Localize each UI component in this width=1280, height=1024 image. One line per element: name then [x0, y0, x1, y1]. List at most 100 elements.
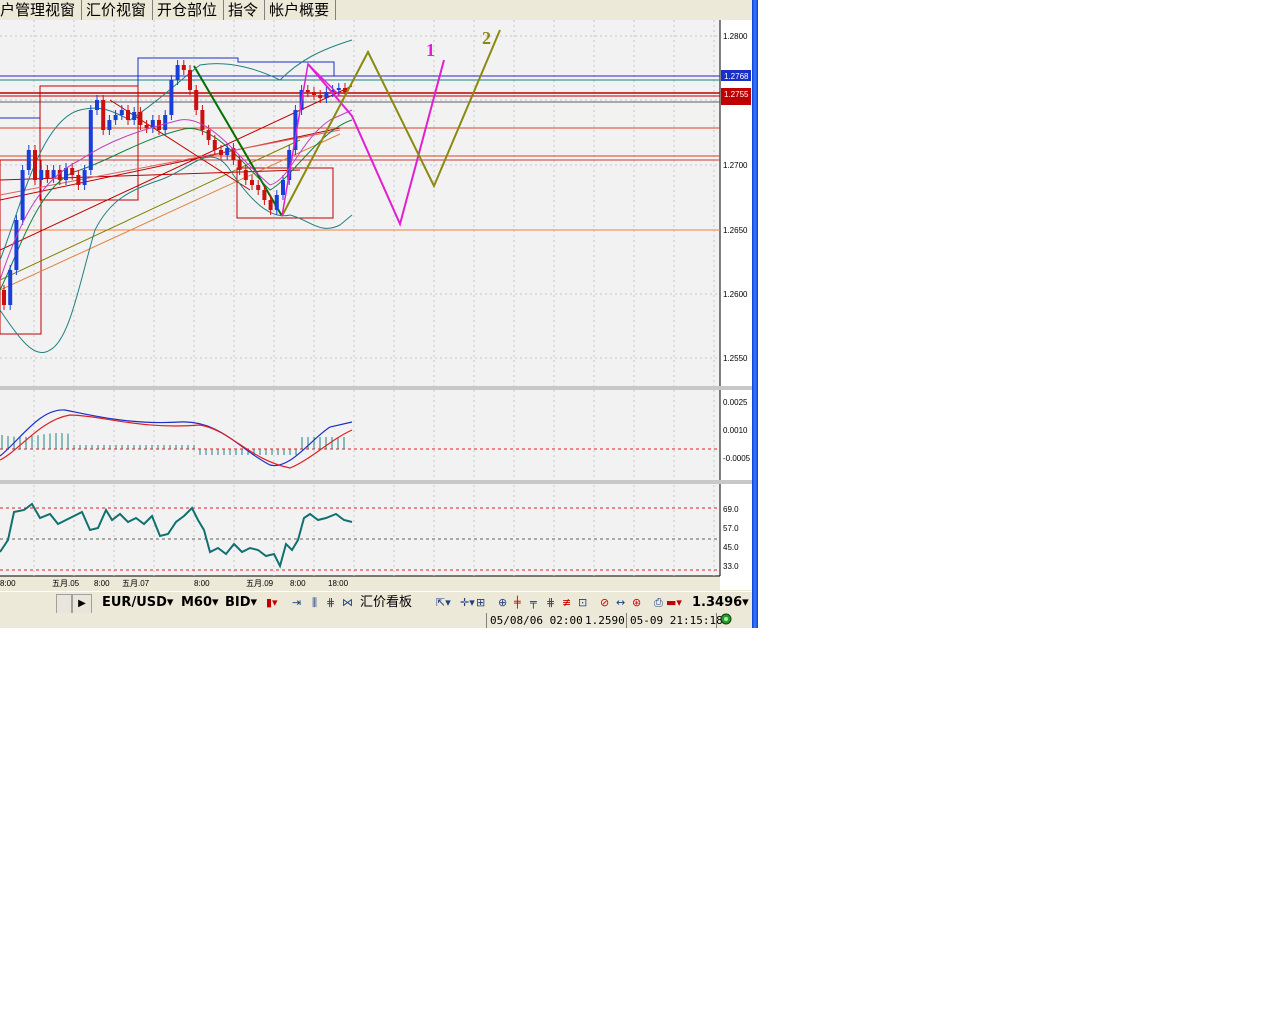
candle-body [206, 130, 211, 140]
price-tag-label: 1.2755 [724, 90, 749, 99]
symbol-select[interactable]: EUR/USD▾ [102, 594, 173, 612]
connection-status-icon [716, 613, 734, 628]
timeframe-select[interactable]: M60▾ [181, 594, 219, 612]
candle-body [256, 185, 261, 190]
chevron-down-icon: ▾ [250, 595, 258, 610]
time-tick-label: 8:00 [0, 579, 16, 588]
cursor-icon[interactable]: ⇱▾ [436, 594, 451, 612]
candle-body [262, 190, 267, 200]
price-tick-label: 1.2550 [723, 354, 748, 363]
candle-body [175, 65, 180, 80]
candle-body [312, 92, 316, 95]
price-tag-label: 1.2768 [724, 72, 749, 81]
candle-body [324, 92, 329, 98]
autoscroll-icon[interactable]: ⇥ [292, 594, 301, 612]
price-chart[interactable]: 1 2 1.2800 1.2700 1.2650 1.2600 1.2550 1… [0, 20, 752, 590]
fibonacci-icon[interactable]: ≢ [562, 594, 571, 612]
trading-window: 户管理视窗 汇价视窗 开仓部位 指令 帐户概要 1 2 1.2800 1.270… [0, 0, 758, 628]
scroll-left-button[interactable] [56, 594, 72, 614]
cursor-time: 05/08/06 02:00 [486, 613, 583, 628]
rsi-tick-label: 69.0 [723, 505, 739, 514]
rsi-tick-label: 33.0 [723, 562, 739, 571]
candle-body [188, 70, 192, 90]
candle-body [33, 150, 37, 180]
candle-body [39, 170, 44, 180]
candle-body [219, 150, 223, 155]
macd-tick-label: 0.0025 [723, 398, 748, 407]
candle-body [82, 170, 87, 185]
macd-pane [0, 390, 720, 480]
trendline-icon[interactable]: ╪ [514, 594, 521, 612]
rsi-tick-label: 57.0 [723, 524, 739, 533]
candle-body [26, 150, 31, 170]
candle-body [76, 175, 81, 185]
candle-body [237, 160, 242, 170]
template-icon[interactable]: ▬▾ [666, 594, 682, 612]
crosshair-icon[interactable]: ✛▾ [460, 594, 475, 612]
time-tick-label: 8:00 [194, 579, 210, 588]
candle-body [212, 140, 217, 150]
clock: 05-09 21:15:18 [626, 613, 723, 628]
candle-body [336, 88, 341, 90]
chevron-down-icon: ▾ [166, 595, 174, 610]
zoom-icon[interactable]: ⊕ [498, 594, 507, 612]
tab-open-positions[interactable]: 开仓部位 [153, 0, 225, 20]
candle-body [200, 110, 205, 130]
line-chart-icon[interactable]: ⋈ [342, 594, 353, 612]
candle-body [144, 125, 149, 128]
candle-body [70, 168, 75, 175]
candle-body [243, 170, 248, 180]
rsi-pane [0, 484, 720, 576]
candle-chart-icon[interactable]: ⋕ [326, 594, 335, 612]
bar-chart-icon[interactable]: ⫼ [312, 594, 317, 612]
text-icon[interactable]: ⊡ [578, 594, 587, 612]
candle-body [113, 115, 118, 120]
candle-body [88, 110, 93, 170]
status-bar: 05/08/06 02:00 1.2590 05-09 21:15:18 [0, 613, 752, 628]
tab-account-summary[interactable]: 帐户概要 [265, 0, 337, 20]
candle-body [268, 200, 273, 210]
price-type-select[interactable]: BID▾ [225, 594, 257, 612]
print-icon[interactable]: ⎙ [654, 594, 663, 612]
zoom-in-icon[interactable]: ⊛ [632, 594, 641, 612]
quote-board-button[interactable]: 汇价看板 [360, 594, 412, 612]
time-tick-label: 五月.09 [246, 579, 274, 588]
candle-body [305, 90, 310, 92]
delete-icon[interactable]: ⊘ [600, 594, 609, 612]
tab-quotes[interactable]: 汇价视窗 [82, 0, 154, 20]
quote-display: 1.3496▾ [692, 595, 749, 610]
main-pane [0, 20, 720, 386]
time-tick-label: 8:00 [290, 579, 306, 588]
candle-body [2, 290, 6, 305]
time-tick-label: 18:00 [328, 579, 349, 588]
candle-body [281, 180, 285, 195]
chevron-down-icon: ▾ [212, 595, 219, 610]
pane-splitter[interactable] [0, 480, 752, 484]
candle-body [138, 112, 143, 125]
candle-body [14, 220, 19, 270]
object-icon[interactable]: ⊞ [476, 594, 485, 612]
time-tick-label: 五月.05 [52, 579, 80, 588]
macd-tick-label: 0.0010 [723, 426, 748, 435]
candle-body [132, 112, 137, 120]
chart-type-icon[interactable]: ▮▾ [266, 594, 278, 612]
price-tick-label: 1.2600 [723, 290, 748, 299]
window-frame [752, 0, 758, 628]
rsi-tick-label: 45.0 [723, 543, 739, 552]
candle-body [101, 100, 106, 130]
hline-icon[interactable]: ╤ [530, 594, 537, 612]
zoom-out-icon[interactable]: ↔ [616, 594, 625, 612]
candle-body [163, 115, 168, 130]
price-tick-label: 1.2700 [723, 161, 748, 170]
candle-body [274, 195, 279, 210]
candle-body [126, 110, 130, 120]
pane-splitter[interactable] [0, 386, 752, 390]
tab-orders[interactable]: 指令 [224, 0, 266, 20]
channel-icon[interactable]: ⋕ [546, 594, 555, 612]
candle-body [194, 90, 199, 110]
candle-body [20, 170, 25, 220]
candle-body [250, 180, 254, 185]
time-tick-label: 五月.07 [122, 579, 150, 588]
tab-account-management[interactable]: 户管理视窗 [0, 0, 83, 20]
scroll-right-button[interactable]: ▶ [72, 594, 92, 614]
